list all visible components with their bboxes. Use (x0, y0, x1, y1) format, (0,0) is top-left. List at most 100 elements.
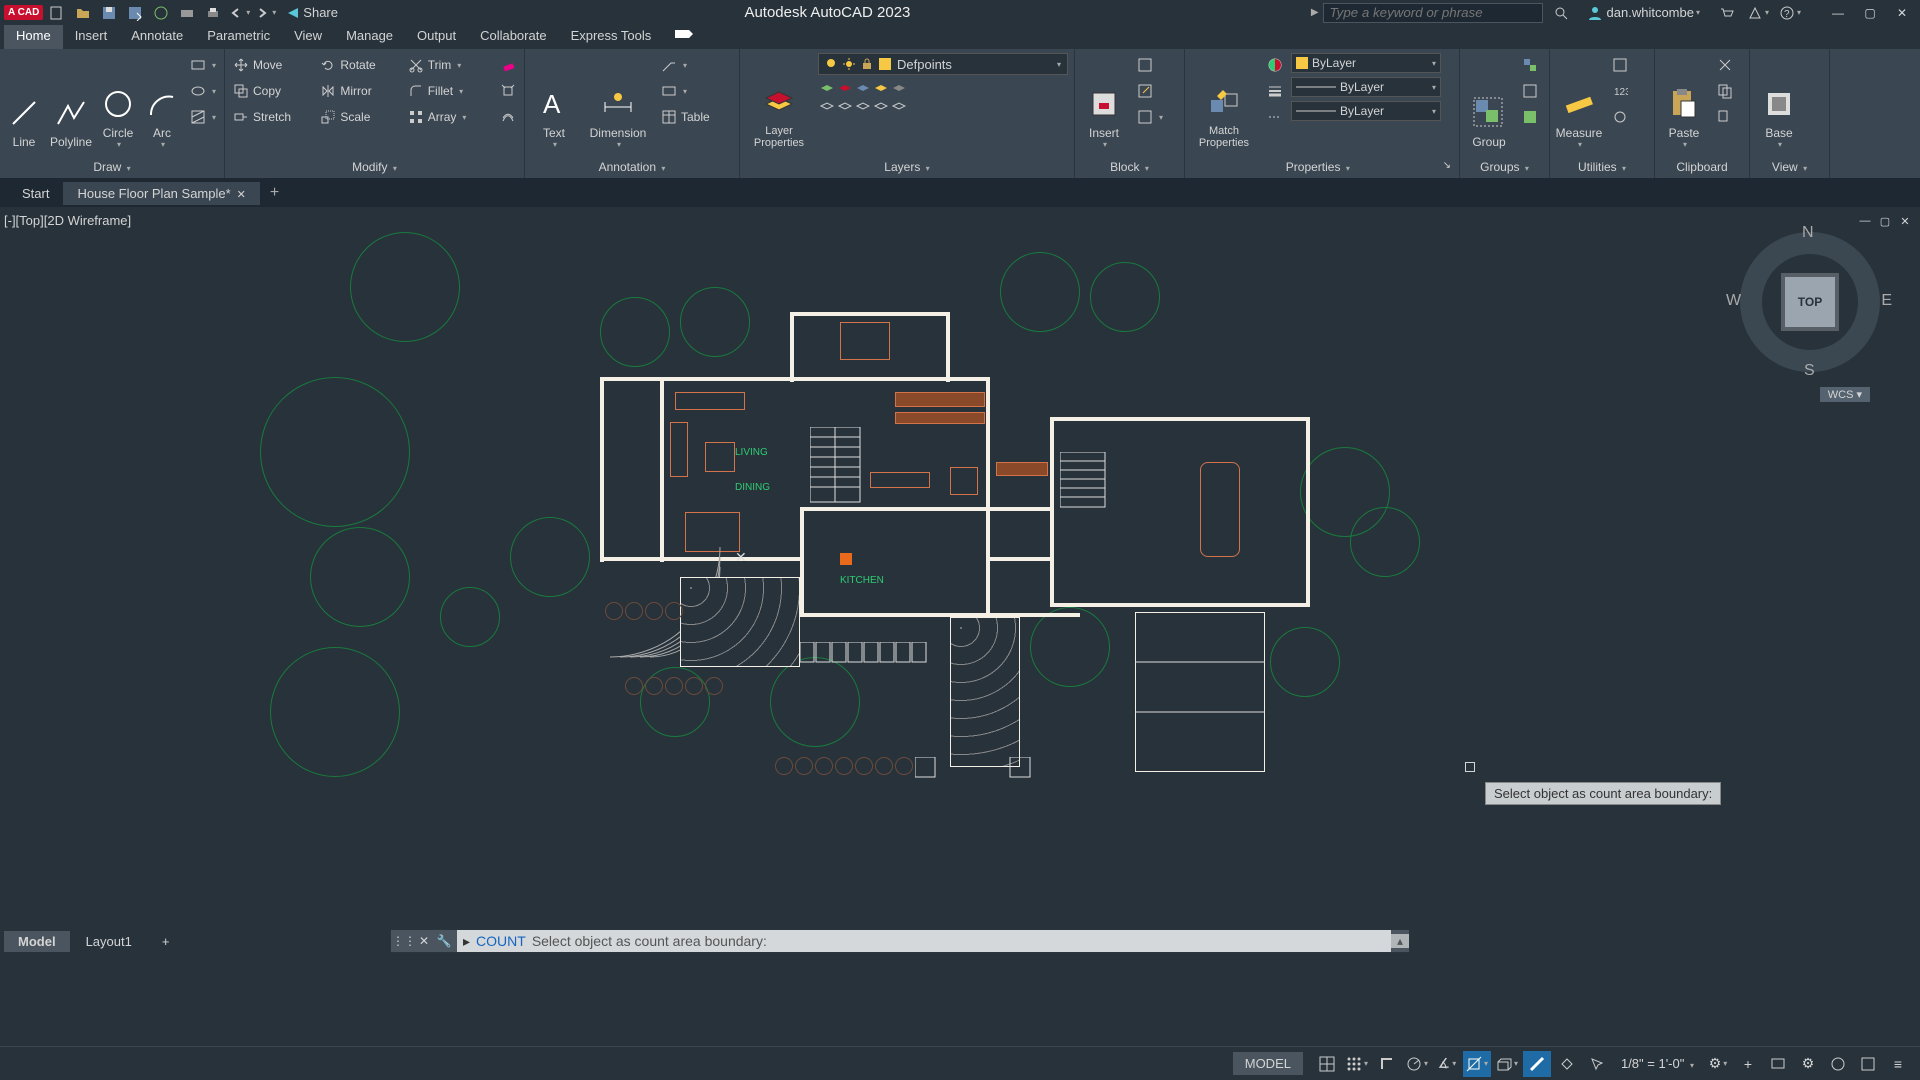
viewcube-s[interactable]: S (1804, 362, 1815, 380)
new-icon[interactable] (45, 3, 69, 23)
menu-manage[interactable]: Manage (334, 25, 405, 49)
layer-tool-1[interactable] (818, 77, 834, 93)
layer-tool-3[interactable] (854, 77, 870, 93)
cmd-customize-icon[interactable]: 🔧 (435, 932, 453, 950)
menu-collaborate[interactable]: Collaborate (468, 25, 559, 49)
lineweight-button[interactable] (1263, 79, 1287, 103)
web-mobile-icon[interactable] (149, 3, 173, 23)
layer-tool-2[interactable] (836, 77, 852, 93)
annot-mid-button[interactable]: ▾ (657, 79, 714, 103)
sb-add-scale-icon[interactable]: + (1734, 1051, 1762, 1077)
sb-model-button[interactable]: MODEL (1233, 1052, 1303, 1075)
panel-modify-title[interactable]: Modify ▾ (225, 158, 524, 178)
viewcube-top[interactable]: TOP (1785, 277, 1835, 327)
layout-model-tab[interactable]: Model (4, 931, 70, 952)
edit-block-button[interactable] (1133, 79, 1167, 103)
save-icon[interactable] (97, 3, 121, 23)
dimension-button[interactable]: Dimension▾ (583, 53, 653, 153)
measure-button[interactable]: Measure▾ (1554, 53, 1604, 153)
layer-tool-8[interactable] (854, 95, 870, 111)
cmd-close-icon[interactable]: ✕ (415, 932, 433, 950)
arc-button[interactable]: Arc▾ (142, 53, 182, 153)
viewcube-w[interactable]: W (1726, 292, 1741, 310)
sb-annomonitor-icon[interactable] (1764, 1051, 1792, 1077)
close-tab-icon[interactable]: ✕ (237, 189, 246, 201)
plot-icon[interactable] (175, 3, 199, 23)
search-expand-icon[interactable]: ▶ (1311, 7, 1319, 18)
util-3-button[interactable] (1608, 105, 1632, 129)
group-select-button[interactable] (1518, 105, 1542, 129)
print-icon[interactable] (201, 3, 225, 23)
panel-layers-title[interactable]: Layers ▾ (740, 158, 1074, 178)
menu-insert[interactable]: Insert (63, 25, 120, 49)
offset-button[interactable] (496, 105, 520, 129)
color-button[interactable] (1263, 53, 1287, 77)
panel-properties-title[interactable]: Properties ▾↘ (1185, 158, 1459, 178)
user-icon[interactable]: dan.whitcombe▾ (1581, 3, 1706, 23)
table-button[interactable]: Table (657, 105, 714, 129)
command-input[interactable]: ▸ COUNT Select object as count area boun… (457, 930, 1391, 952)
line-button[interactable]: Line (4, 53, 44, 153)
panel-clipboard-title[interactable]: Clipboard (1655, 158, 1749, 178)
viewcube-e[interactable]: E (1881, 292, 1892, 310)
linetype-button[interactable] (1263, 105, 1287, 129)
sb-selection-icon[interactable] (1583, 1051, 1611, 1077)
wcs-badge[interactable]: WCS ▾ (1820, 387, 1870, 402)
add-tab-button[interactable]: + (260, 180, 289, 206)
viewport-label[interactable]: [-][Top][2D Wireframe] (4, 213, 131, 228)
layout-layout1-tab[interactable]: Layout1 (72, 931, 146, 952)
count-button[interactable]: 123 (1608, 79, 1632, 103)
layer-tool-4[interactable] (872, 77, 888, 93)
match-properties-button[interactable]: Match Properties (1189, 53, 1259, 153)
leader-button[interactable]: ▾ (657, 53, 714, 77)
ellipse-button[interactable]: ▾ (186, 79, 220, 103)
menu-expresstools[interactable]: Express Tools (559, 25, 664, 49)
redo-icon[interactable]: ▾ (253, 3, 277, 23)
menu-output[interactable]: Output (405, 25, 468, 49)
text-button[interactable]: AText▾ (529, 53, 579, 153)
viewport[interactable]: [-][Top][2D Wireframe] — ▢ ✕ TOP N S E W… (0, 207, 1920, 987)
layer-tool-7[interactable] (836, 95, 852, 111)
saveas-icon[interactable] (123, 3, 147, 23)
panel-utilities-title[interactable]: Utilities ▾ (1550, 158, 1654, 178)
copy-button[interactable]: Copy (229, 79, 312, 103)
polyline-button[interactable]: Polyline (48, 53, 94, 153)
sb-lwt-icon[interactable] (1523, 1051, 1551, 1077)
cmd-grip-icon[interactable]: ⋮⋮ (395, 932, 413, 950)
menu-featured-icon[interactable] (663, 25, 705, 49)
linetype-dropdown[interactable]: ByLayer▾ (1291, 101, 1441, 121)
menu-annotate[interactable]: Annotate (119, 25, 195, 49)
mirror-button[interactable]: Mirror (316, 79, 399, 103)
paste-button[interactable]: Paste▾ (1659, 53, 1709, 153)
array-button[interactable]: Array▾ (404, 105, 492, 129)
clip-copy-base-button[interactable] (1713, 105, 1737, 129)
fillet-button[interactable]: Fillet▾ (404, 79, 492, 103)
menu-home[interactable]: Home (4, 25, 63, 49)
sb-polar-icon[interactable]: ▾ (1403, 1051, 1431, 1077)
trim-button[interactable]: Trim▾ (404, 53, 492, 77)
sb-snap-icon[interactable]: ▾ (1343, 1051, 1371, 1077)
sb-osnap-icon[interactable]: ▾ (1463, 1051, 1491, 1077)
move-button[interactable]: Move (229, 53, 312, 77)
tab-start[interactable]: Start (8, 182, 63, 205)
panel-block-title[interactable]: Block ▾ (1075, 158, 1184, 178)
layer-dropdown[interactable]: Defpoints ▾ (818, 53, 1068, 75)
erase-button[interactable] (496, 53, 520, 77)
search-icon[interactable] (1549, 3, 1573, 23)
sb-clean-icon[interactable] (1854, 1051, 1882, 1077)
group-edit-button[interactable] (1518, 79, 1542, 103)
layer-tool-5[interactable] (890, 77, 906, 93)
insert-button[interactable]: Insert▾ (1079, 53, 1129, 153)
share-icon[interactable]: Share (279, 3, 344, 23)
cmd-history-toggle[interactable]: ▴ (1391, 934, 1409, 948)
open-icon[interactable] (71, 3, 95, 23)
scale-button[interactable]: Scale (316, 105, 399, 129)
undo-icon[interactable]: ▾ (227, 3, 251, 23)
sb-custom-icon[interactable]: ≡ (1884, 1051, 1912, 1077)
clip-copy-button[interactable] (1713, 79, 1737, 103)
panel-view-title[interactable]: View ▾ (1750, 158, 1829, 178)
rectangle-button[interactable]: ▾ (186, 53, 220, 77)
util-1-button[interactable] (1608, 53, 1632, 77)
sb-isodraft-icon[interactable]: ∡▾ (1433, 1051, 1461, 1077)
hatch-button[interactable]: ▾ (186, 105, 220, 129)
